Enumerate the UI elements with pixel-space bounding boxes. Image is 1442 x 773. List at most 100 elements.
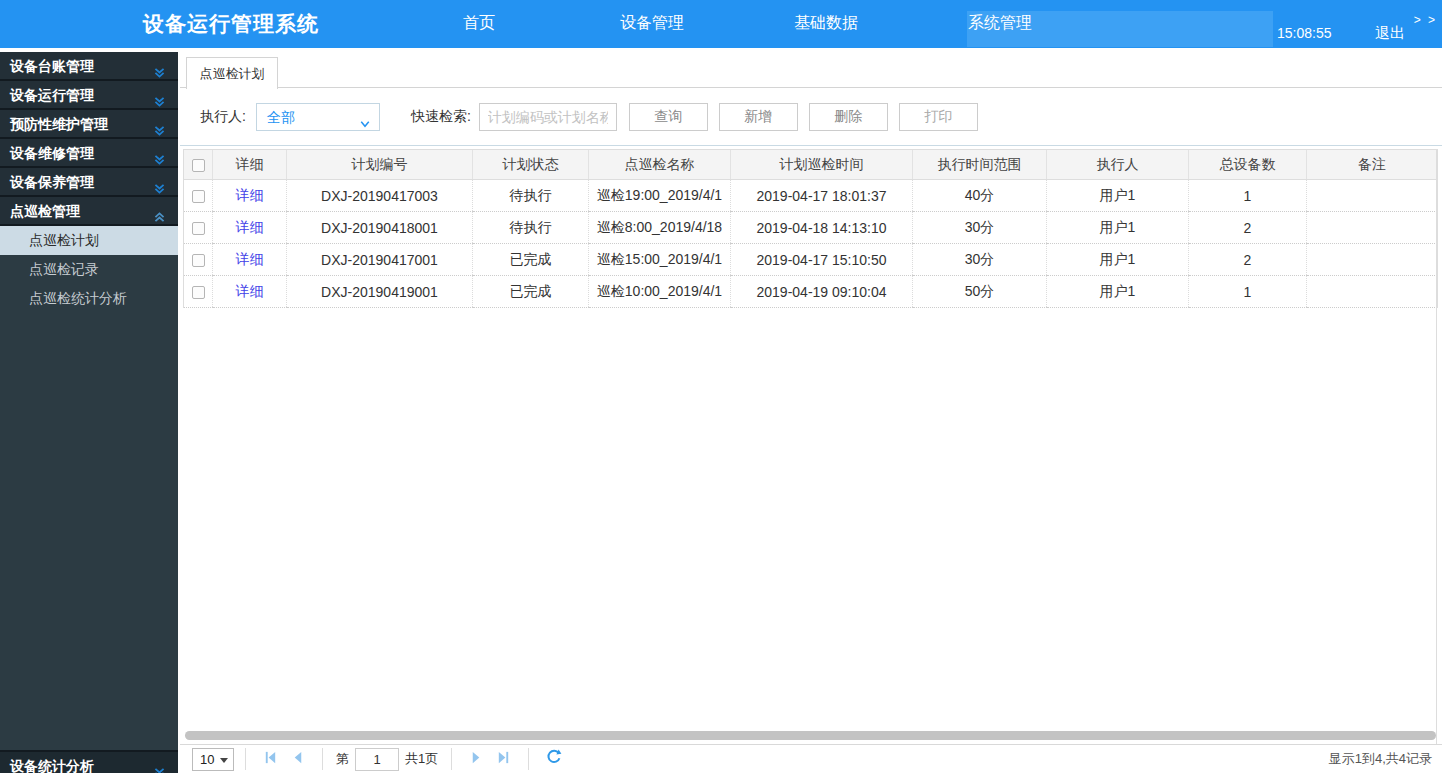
executor-cell: 用户1 [1047, 212, 1189, 244]
detail-cell: 详细 [213, 212, 287, 244]
device-count-cell: 2 [1189, 244, 1307, 276]
inspection-plan-table: 详细 计划编号 计划状态 点巡检名称 计划巡检时间 执行时间范围 执行人 总设备… [183, 149, 1438, 308]
sidebar-item-equipment-repair[interactable]: 设备维修管理 [0, 139, 178, 168]
remark-cell [1307, 276, 1438, 308]
detail-link[interactable]: 详细 [236, 251, 264, 267]
plan-time-cell: 2019-04-17 18:01:37 [731, 180, 913, 212]
query-button[interactable]: 查询 [629, 103, 708, 131]
detail-cell: 详细 [213, 244, 287, 276]
row-checkbox[interactable] [192, 190, 205, 203]
refresh-icon[interactable] [546, 749, 562, 769]
col-device-count: 总设备数 [1189, 150, 1307, 180]
quick-search-input[interactable] [479, 103, 617, 131]
row-checkbox[interactable] [192, 286, 205, 299]
executor-cell: 用户1 [1047, 244, 1189, 276]
device-count-cell: 1 [1189, 276, 1307, 308]
remark-cell [1307, 244, 1438, 276]
inspection-name-cell: 巡检15:00_2019/4/1 [589, 244, 731, 276]
col-plan-status: 计划状态 [473, 150, 589, 180]
sidebar-item-equipment-operation[interactable]: 设备运行管理 [0, 81, 178, 110]
total-pages-label: 共1页 [405, 750, 438, 768]
tab-bar: 点巡检计划 [180, 52, 1442, 88]
row-checkbox[interactable] [192, 254, 205, 267]
exec-range-cell: 30分 [913, 212, 1047, 244]
table-row: 详细DXJ-20190418001待执行巡检8:00_2019/4/182019… [184, 212, 1438, 244]
select-all-header [184, 150, 213, 180]
inspection-name-cell: 巡检8:00_2019/4/18 [589, 212, 731, 244]
main-panel: 点巡检计划 执行人: 全部 快速检索: 查询 新增 删除 打印 详细 计划编号 … [180, 52, 1442, 773]
chevron-down-icon [359, 112, 371, 138]
delete-button[interactable]: 删除 [809, 103, 888, 131]
row-checkbox-cell [184, 212, 213, 244]
remark-cell [1307, 180, 1438, 212]
chevron-down-icon [153, 760, 166, 773]
col-exec-range: 执行时间范围 [913, 150, 1047, 180]
col-remark: 备注 [1307, 150, 1438, 180]
sidebar-subitem-inspection-analysis[interactable]: 点巡检统计分析 [0, 284, 178, 313]
row-checkbox-cell [184, 276, 213, 308]
exec-range-cell: 40分 [913, 180, 1047, 212]
sidebar-subitem-inspection-plan[interactable]: 点巡检计划 [0, 226, 178, 255]
panel-right-border [1436, 149, 1437, 773]
horizontal-scrollbar[interactable] [185, 731, 1436, 740]
clock: 15:08:55 [1277, 25, 1332, 41]
detail-link[interactable]: 详细 [236, 187, 264, 203]
sidebar-item-equipment-ledger[interactable]: 设备台账管理 [0, 52, 178, 81]
divider [245, 748, 246, 770]
plan-code-cell: DXJ-20190417003 [287, 180, 473, 212]
next-page-icon[interactable] [469, 750, 484, 769]
top-navbar: 设备运行管理系统 首页 设备管理 基础数据 系统管理 15:08:55 退出 >… [0, 0, 1442, 48]
executor-cell: 用户1 [1047, 180, 1189, 212]
sidebar: 设备台账管理 设备运行管理 预防性维护管理 设备维修管理 设备保养管理 点巡检管… [0, 52, 178, 773]
divider [451, 748, 452, 770]
nav-home[interactable]: 首页 [463, 13, 495, 34]
sidebar-item-equipment-upkeep[interactable]: 设备保养管理 [0, 168, 178, 197]
plan-code-cell: DXJ-20190419001 [287, 276, 473, 308]
sidebar-item-equipment-statistics[interactable]: 设备统计分析 [0, 750, 178, 773]
collapse-arrows-icon[interactable]: > > [1414, 13, 1437, 27]
plan-time-cell: 2019-04-19 09:10:04 [731, 276, 913, 308]
prev-page-icon[interactable] [290, 750, 305, 769]
select-all-checkbox[interactable] [192, 159, 205, 172]
detail-cell: 详细 [213, 276, 287, 308]
detail-link[interactable]: 详细 [236, 283, 264, 299]
detail-link[interactable]: 详细 [236, 219, 264, 235]
plan-code-cell: DXJ-20190417001 [287, 244, 473, 276]
row-checkbox[interactable] [192, 222, 205, 235]
nav-base-data[interactable]: 基础数据 [794, 13, 858, 34]
sidebar-item-inspection-management[interactable]: 点巡检管理 [0, 197, 178, 226]
col-plan-code: 计划编号 [287, 150, 473, 180]
last-page-icon[interactable] [496, 750, 511, 769]
nav-system-management[interactable]: 系统管理 [968, 13, 1032, 34]
detail-cell: 详细 [213, 180, 287, 212]
inspection-name-cell: 巡检19:00_2019/4/1 [589, 180, 731, 212]
inspection-name-cell: 巡检10:00_2019/4/1 [589, 276, 731, 308]
logout-button[interactable]: 退出 [1375, 24, 1405, 43]
executor-select[interactable]: 全部 [256, 103, 380, 131]
scrollbar-thumb[interactable] [185, 731, 1436, 740]
first-page-icon[interactable] [263, 750, 278, 769]
plan-status-cell: 待执行 [473, 180, 589, 212]
pagination-bar: 10 第 共1页 显示1到4,共4记录 [180, 744, 1442, 773]
print-button[interactable]: 打印 [899, 103, 978, 131]
device-count-cell: 2 [1189, 212, 1307, 244]
plan-time-cell: 2019-04-17 15:10:50 [731, 244, 913, 276]
chevron-up-icon [153, 205, 166, 234]
plan-status-cell: 待执行 [473, 212, 589, 244]
tab-inspection-plan[interactable]: 点巡检计划 [186, 57, 278, 89]
page-size-select[interactable]: 10 [192, 748, 234, 771]
divider [322, 748, 323, 770]
page-label: 第 [336, 750, 349, 768]
col-plan-time: 计划巡检时间 [731, 150, 913, 180]
nav-device-management[interactable]: 设备管理 [620, 13, 684, 34]
caret-down-icon [220, 758, 228, 763]
add-button[interactable]: 新增 [719, 103, 798, 131]
sidebar-subitem-inspection-record[interactable]: 点巡检记录 [0, 255, 178, 284]
executor-label: 执行人: [200, 108, 246, 126]
sidebar-item-preventive-maintenance[interactable]: 预防性维护管理 [0, 110, 178, 139]
table-header-row: 详细 计划编号 计划状态 点巡检名称 计划巡检时间 执行时间范围 执行人 总设备… [184, 150, 1438, 180]
col-executor: 执行人 [1047, 150, 1189, 180]
col-inspection-name: 点巡检名称 [589, 150, 731, 180]
page-number-input[interactable] [355, 748, 399, 771]
plan-status-cell: 已完成 [473, 244, 589, 276]
